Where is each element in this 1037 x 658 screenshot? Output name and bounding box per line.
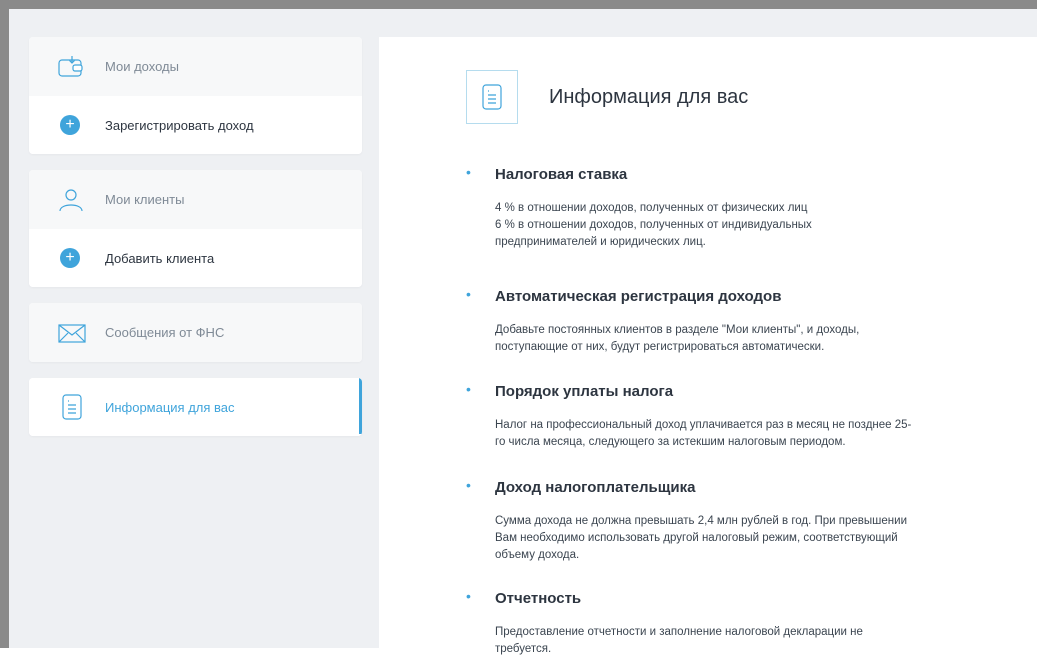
register-income-button[interactable]: + Зарегистрировать доход (29, 96, 362, 154)
section-body: Предоставление отчетности и заполнение н… (495, 626, 863, 655)
section-body: Налог на профессиональный доход уплачива… (495, 419, 912, 448)
income-card: Мои доходы + Зарегистрировать доход (29, 37, 362, 154)
sidebar-item-label: Сообщения от ФНС (105, 325, 225, 340)
section-title: Доход налогоплательщика (495, 479, 696, 496)
sidebar-item-label: Информация для вас (105, 399, 235, 415)
action-label: Добавить клиента (105, 250, 215, 266)
section-title: Автоматическая регистрация доходов (495, 288, 782, 305)
bullet-icon: • (466, 381, 471, 397)
info-section: • Доход налогоплательщика Сумма дохода н… (466, 478, 986, 589)
info-card: Информация для вас (29, 378, 362, 436)
messages-card: Сообщения от ФНС (29, 303, 362, 362)
section-body: 4 % в отношении доходов, полученных от ф… (495, 202, 812, 248)
content-panel: Информация для вас • Налоговая ставка 4 … (379, 37, 1037, 657)
sidebar-item-info[interactable]: Информация для вас (29, 378, 362, 436)
sidebar-item-fns-messages[interactable]: Сообщения от ФНС (29, 303, 362, 362)
clients-card: Мои клиенты + Добавить клиента (29, 170, 362, 287)
sidebar-item-my-income[interactable]: Мои доходы (29, 37, 362, 96)
app-frame: Мои доходы + Зарегистрировать доход Мои … (0, 0, 1037, 657)
section-title: Отчетность (495, 590, 582, 607)
section-title: Порядок уплаты налога (495, 383, 674, 400)
plus-icon: + (60, 248, 80, 268)
info-section: • Автоматическая регистрация доходов Доб… (466, 287, 986, 382)
bullet-icon: • (466, 477, 471, 493)
sidebar-item-my-clients[interactable]: Мои клиенты (29, 170, 362, 229)
info-section: • Порядок уплаты налога Налог на професс… (466, 382, 986, 478)
page-title: Информация для вас (549, 85, 749, 108)
wallet-icon (57, 54, 105, 80)
action-label: Зарегистрировать доход (105, 117, 254, 133)
sidebar-item-label: Мои клиенты (105, 192, 185, 207)
plus-icon: + (60, 115, 80, 135)
sidebar-item-label: Мои доходы (105, 59, 179, 74)
bullet-icon: • (466, 164, 471, 180)
info-sections: • Налоговая ставка 4 % в отношении доход… (466, 165, 986, 658)
section-body: Сумма дохода не должна превышать 2,4 млн… (495, 515, 907, 561)
user-icon (57, 187, 105, 213)
envelope-icon (57, 320, 105, 346)
document-icon (466, 70, 518, 124)
section-title: Налоговая ставка (495, 166, 628, 183)
section-body: Добавьте постоянных клиентов в разделе "… (495, 324, 860, 353)
info-section: • Налоговая ставка 4 % в отношении доход… (466, 165, 986, 287)
sidebar: Мои доходы + Зарегистрировать доход Мои … (29, 37, 362, 452)
bullet-icon: • (466, 588, 471, 604)
bullet-icon: • (466, 286, 471, 302)
add-client-button[interactable]: + Добавить клиента (29, 229, 362, 287)
document-icon (57, 394, 105, 420)
page-header: Информация для вас (466, 70, 748, 124)
